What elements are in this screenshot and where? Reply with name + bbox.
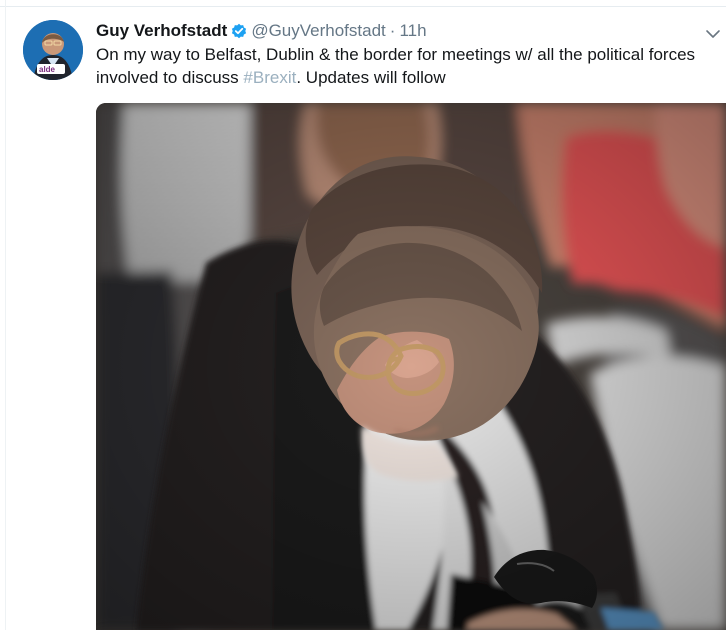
author-name[interactable]: Guy Verhofstadt (96, 19, 227, 43)
tweet-header: Guy Verhofstadt @GuyVerhofstadt · 11h (96, 19, 427, 43)
hashtag-link[interactable]: #Brexit (243, 68, 296, 87)
hashtag-text: Brexit (252, 68, 297, 87)
hashtag-symbol: # (243, 68, 253, 87)
tweet[interactable]: alde Guy Verhofstadt @GuyVerhofstadt · 1… (0, 7, 726, 630)
twitter-timeline: alde Guy Verhofstadt @GuyVerhofstadt · 1… (0, 0, 726, 630)
avatar[interactable]: alde (23, 20, 83, 80)
author-handle[interactable]: @GuyVerhofstadt (251, 19, 385, 43)
separator-dot: · (389, 21, 396, 40)
avatar-badge-logo: alde (39, 65, 56, 74)
verified-badge-icon (231, 23, 247, 39)
tweet-timestamp[interactable]: 11h (399, 19, 426, 43)
tweet-text-after: . Updates will follow (296, 68, 446, 87)
tweet-photo[interactable] (96, 103, 726, 630)
chevron-down-icon[interactable] (705, 27, 721, 39)
tweet-text: On my way to Belfast, Dublin & the borde… (96, 43, 716, 89)
